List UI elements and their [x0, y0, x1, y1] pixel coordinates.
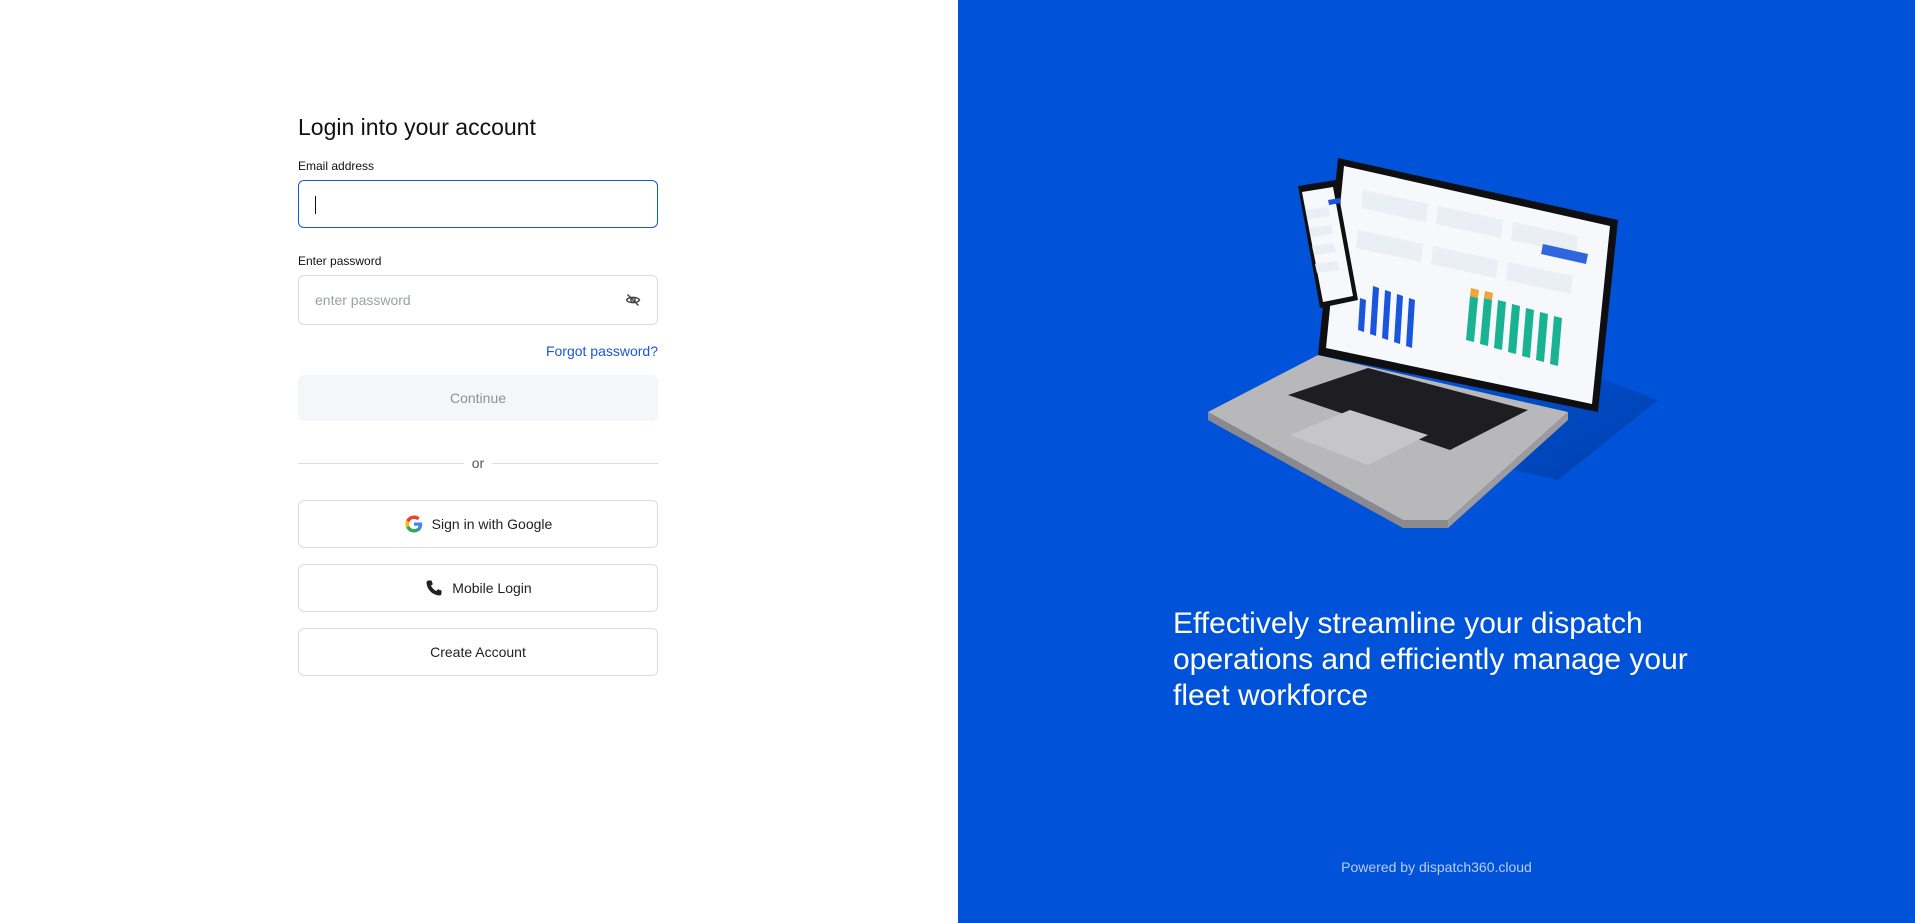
forgot-row: Forgot password? — [298, 325, 658, 375]
text-caret — [315, 196, 316, 214]
page-title: Login into your account — [298, 114, 536, 140]
password-placeholder: enter password — [315, 292, 411, 308]
laptop-dashboard-illustration — [1208, 158, 1658, 528]
google-signin-button[interactable]: Sign in with Google — [298, 500, 658, 548]
password-label: Enter password — [298, 254, 382, 268]
divider-line-right — [492, 463, 658, 464]
login-pane: Login into your account Email address En… — [0, 0, 958, 923]
phone-icon — [424, 578, 444, 598]
forgot-password-link[interactable]: Forgot password? — [546, 342, 658, 360]
google-signin-label: Sign in with Google — [431, 516, 553, 532]
email-field[interactable] — [298, 180, 658, 228]
powered-by-text: Powered by dispatch360.cloud — [1341, 859, 1532, 875]
password-field[interactable]: enter password — [298, 275, 658, 325]
mobile-login-button[interactable]: Mobile Login — [298, 564, 658, 612]
or-divider: or — [298, 454, 658, 472]
mobile-login-label: Mobile Login — [452, 580, 532, 596]
promo-pane: Effectively streamline your dispatch ope… — [958, 0, 1915, 923]
login-form: Login into your account Email address En… — [298, 112, 658, 692]
promo-tagline: Effectively streamline your dispatch ope… — [1173, 607, 1688, 712]
continue-button[interactable]: Continue — [298, 375, 658, 421]
create-account-button[interactable]: Create Account — [298, 628, 658, 676]
email-label: Email address — [298, 159, 375, 173]
eye-off-icon[interactable] — [625, 292, 641, 308]
google-icon — [404, 514, 424, 534]
